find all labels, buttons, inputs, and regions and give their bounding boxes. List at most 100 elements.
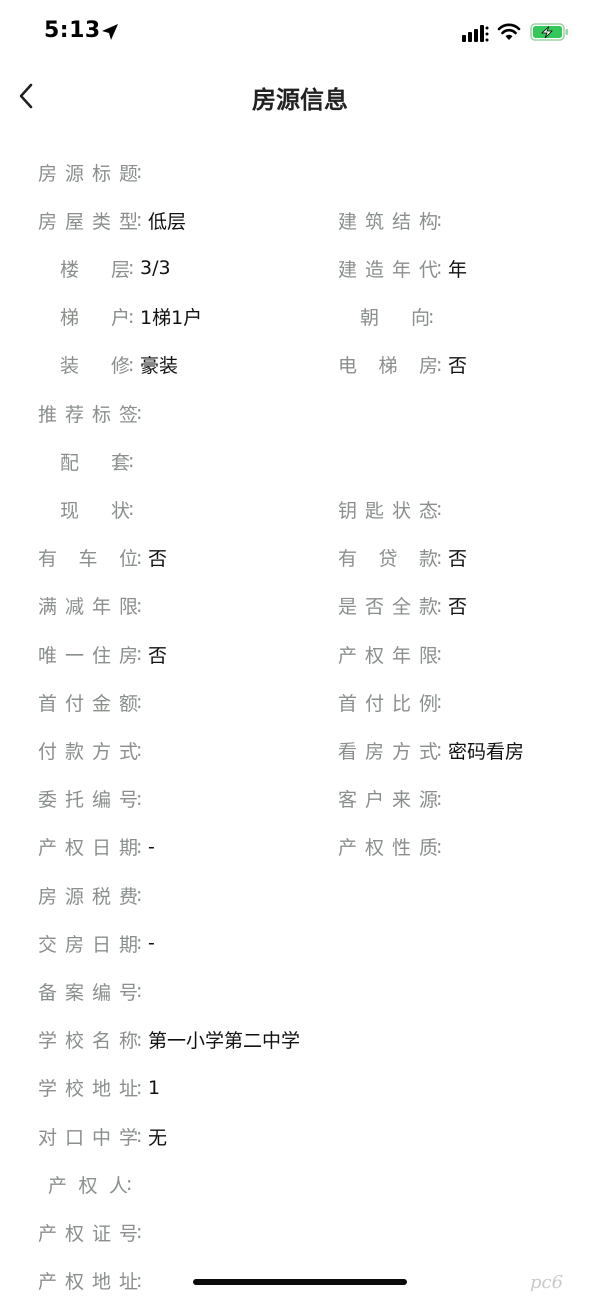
status-time: 5:13 bbox=[44, 18, 101, 43]
field-colon: : bbox=[136, 546, 143, 569]
info-field: 满减年限: bbox=[38, 591, 148, 621]
field-colon: : bbox=[136, 1221, 143, 1244]
field-colon: : bbox=[126, 1173, 133, 1196]
field-label: 首付比例 bbox=[338, 692, 438, 715]
field-label: 学校名称 bbox=[38, 1030, 138, 1053]
info-row: 楼 层:3/3 建造年代: 年 bbox=[0, 253, 600, 283]
field-label: 产权年限 bbox=[338, 644, 438, 667]
field-colon: : bbox=[136, 1125, 143, 1147]
nav-bar: 房源信息 bbox=[0, 66, 600, 126]
info-field: 建筑结构: bbox=[338, 205, 448, 235]
field-label: 委托编号 bbox=[38, 789, 138, 812]
info-field: 首付比例: bbox=[338, 687, 448, 717]
field-value: 否 bbox=[448, 596, 468, 619]
info-field: 学校名称: 第一小学第二中学 bbox=[38, 1025, 300, 1055]
field-label: 产权性质 bbox=[338, 837, 438, 860]
info-field: 电 梯 房:否 bbox=[338, 350, 467, 380]
field-value: 密码看房 bbox=[448, 740, 525, 763]
field-colon: : bbox=[136, 1269, 143, 1292]
info-field: 有 贷 款:否 bbox=[338, 543, 467, 573]
info-field: 付款方式: bbox=[38, 735, 148, 765]
info-field: 备案编号: bbox=[38, 976, 148, 1006]
field-colon: : bbox=[128, 498, 135, 521]
info-row: 备案编号: bbox=[0, 976, 600, 1006]
field-colon: : bbox=[436, 739, 443, 762]
field-colon: : bbox=[436, 257, 443, 280]
info-row: 学校名称: 第一小学第二中学 bbox=[0, 1025, 600, 1055]
field-label: 配 套 bbox=[60, 451, 130, 474]
field-value: 否 bbox=[148, 644, 168, 667]
field-value: 否 bbox=[448, 355, 468, 378]
wifi-icon bbox=[497, 23, 521, 40]
info-row: 学校地址:1 bbox=[0, 1073, 600, 1103]
field-label: 房源标题 bbox=[38, 162, 138, 185]
info-row: 推荐标签: bbox=[0, 398, 600, 428]
location-arrow-icon bbox=[102, 24, 118, 40]
info-row: 满减年限: 是否全款: 否 bbox=[0, 591, 600, 621]
home-indicator bbox=[193, 1279, 407, 1285]
field-colon: : bbox=[436, 498, 443, 521]
info-field: 对口中学: 无 bbox=[38, 1121, 167, 1151]
page-title: 房源信息 bbox=[252, 86, 348, 114]
field-value: 第一小学第二中学 bbox=[148, 1030, 301, 1053]
info-field: 产权性质: bbox=[338, 832, 448, 862]
field-label: 建筑结构 bbox=[338, 210, 438, 233]
field-label: 朝 向 bbox=[360, 307, 430, 330]
field-colon: : bbox=[136, 643, 143, 665]
field-label: 现 状 bbox=[60, 499, 130, 522]
field-label: 房源税费 bbox=[38, 885, 138, 908]
field-value: - bbox=[148, 835, 155, 858]
field-colon: : bbox=[128, 305, 135, 328]
field-label: 看房方式 bbox=[338, 740, 438, 763]
field-colon: : bbox=[136, 402, 143, 424]
info-field: 产权证号: bbox=[38, 1217, 148, 1247]
field-colon: : bbox=[128, 257, 135, 280]
info-field: 产权年限: bbox=[338, 639, 448, 669]
field-colon: : bbox=[436, 643, 443, 665]
field-label: 有 车 位 bbox=[38, 548, 138, 571]
info-field: 客户来源: bbox=[338, 784, 448, 814]
info-row: 产权日期: - 产权性质: bbox=[0, 832, 600, 862]
info-row: 付款方式: 看房方式: 密码看房 bbox=[0, 735, 600, 765]
field-label: 产权地址 bbox=[38, 1271, 138, 1294]
field-colon: : bbox=[136, 884, 143, 906]
info-field: 现 状: bbox=[38, 494, 140, 524]
info-field: 产权人: bbox=[38, 1169, 138, 1199]
field-label: 首付金额 bbox=[38, 692, 138, 715]
field-colon: : bbox=[136, 1028, 143, 1051]
field-colon: : bbox=[136, 835, 143, 858]
field-colon: : bbox=[136, 691, 143, 714]
field-colon: : bbox=[136, 594, 143, 617]
field-colon: : bbox=[428, 305, 435, 328]
field-value: 3/3 bbox=[140, 257, 171, 280]
info-field: 是否全款: 否 bbox=[338, 591, 467, 621]
info-field: 首付金额: bbox=[38, 687, 148, 717]
field-colon: : bbox=[436, 594, 443, 617]
field-colon: : bbox=[436, 209, 443, 232]
field-colon: : bbox=[136, 209, 143, 232]
field-value: 无 bbox=[148, 1126, 168, 1149]
info-field: 钥匙状态: bbox=[338, 494, 448, 524]
field-colon: : bbox=[436, 835, 443, 858]
field-colon: : bbox=[136, 739, 143, 762]
field-colon: : bbox=[136, 980, 143, 1003]
info-row: 梯 户:1梯1户朝 向: bbox=[0, 302, 600, 332]
field-label: 学校地址 bbox=[38, 1078, 138, 1101]
info-field: 楼 层:3/3 bbox=[38, 253, 171, 283]
info-row: 现 状: 钥匙状态: bbox=[0, 494, 600, 524]
field-label: 有 贷 款 bbox=[338, 548, 438, 571]
info-field: 产权地址: bbox=[38, 1266, 148, 1296]
field-label: 满减年限 bbox=[38, 596, 138, 619]
field-label: 推荐标签 bbox=[38, 403, 138, 426]
info-row: 交房日期: - bbox=[0, 928, 600, 958]
field-colon: : bbox=[128, 450, 135, 473]
info-field: 朝 向: bbox=[338, 302, 440, 332]
battery-charging-icon bbox=[530, 23, 568, 41]
field-colon: : bbox=[136, 1076, 143, 1099]
info-row: 对口中学: 无 bbox=[0, 1121, 600, 1151]
field-label: 交房日期 bbox=[38, 933, 138, 956]
info-field: 配 套: bbox=[38, 446, 140, 476]
info-field: 交房日期: - bbox=[38, 928, 155, 958]
info-row: 有 车 位:否有 贷 款:否 bbox=[0, 543, 600, 573]
field-label: 是否全款 bbox=[338, 596, 438, 619]
